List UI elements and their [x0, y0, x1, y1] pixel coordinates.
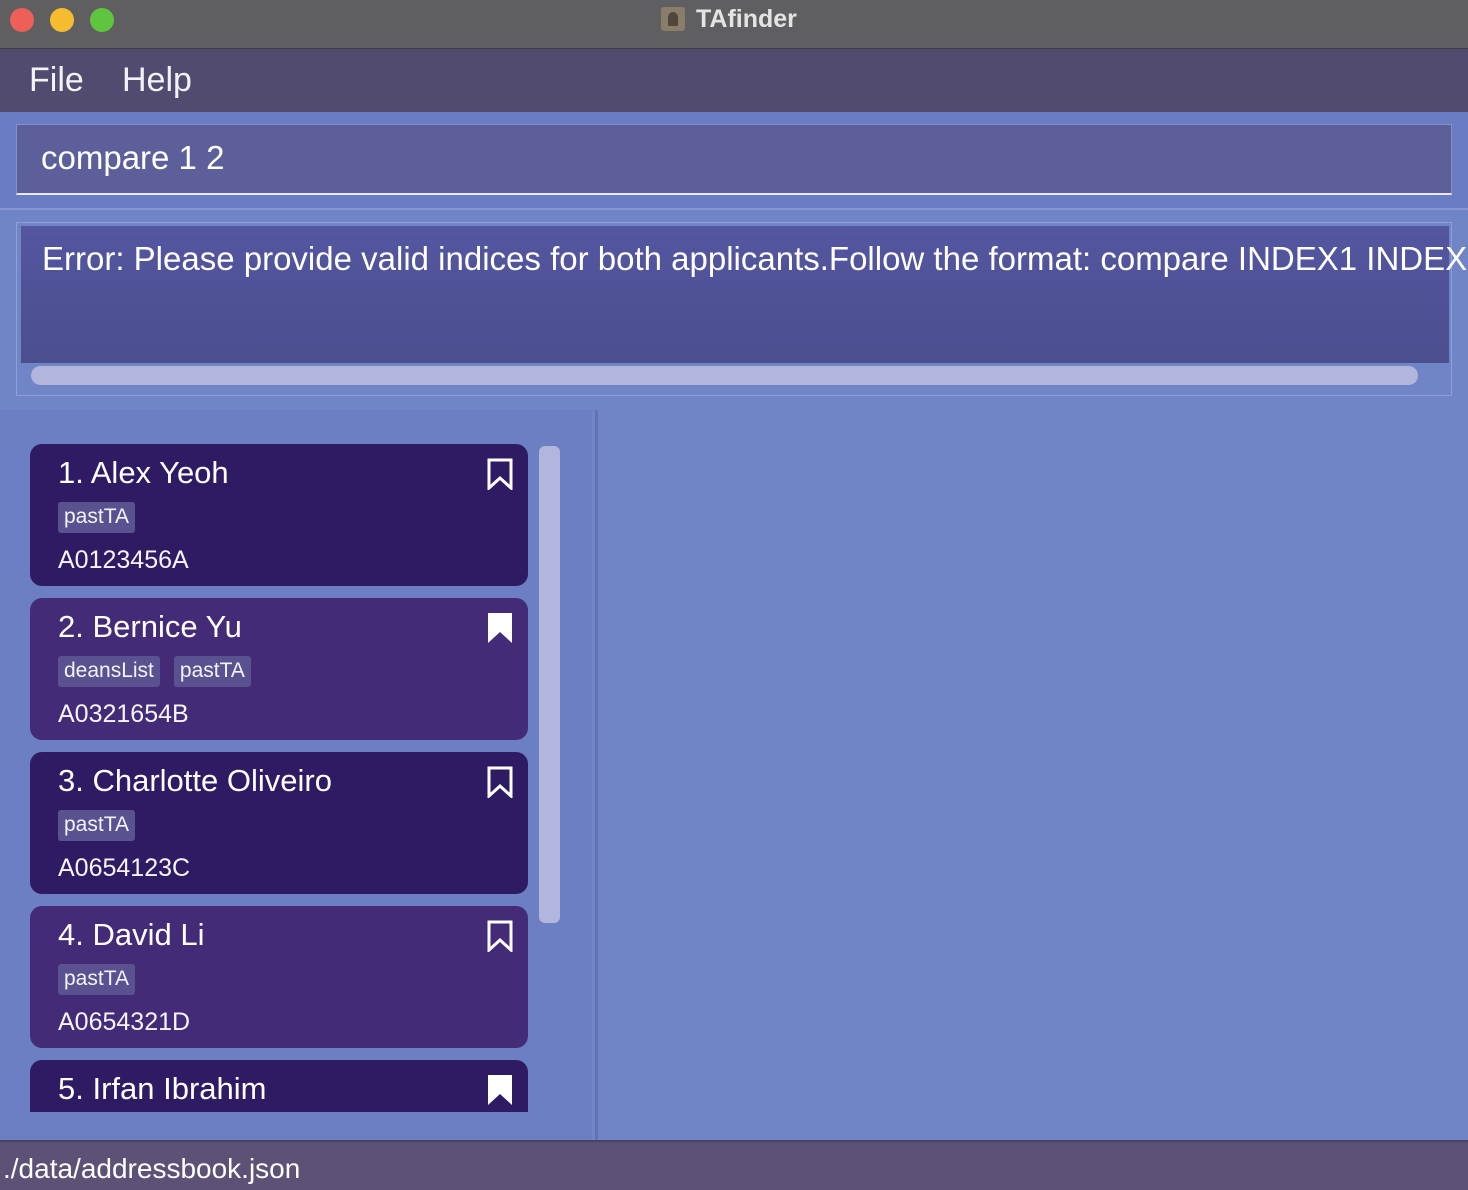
applicant-name: 2. Bernice Yu: [58, 609, 242, 644]
tag-list: pastTA: [58, 810, 135, 841]
applicant-name: 3. Charlotte Oliveiro: [58, 763, 332, 798]
comparison-panel: [595, 410, 1468, 1140]
window-title: TAfinder: [696, 5, 797, 33]
app-icon: [661, 7, 685, 31]
menu-help[interactable]: Help: [122, 61, 192, 100]
minimize-window-button[interactable]: [50, 8, 74, 32]
applicant-card[interactable]: 5. Irfan Ibrahim: [30, 1060, 528, 1112]
applicant-id: A0321654B: [58, 700, 189, 728]
result-pane: Error: Please provide valid indices for …: [0, 208, 1468, 410]
result-display: Error: Please provide valid indices for …: [16, 222, 1468, 396]
applicant-card[interactable]: 3. Charlotte Oliveiro pastTA A0654123C: [30, 752, 528, 894]
applicant-card[interactable]: 1. Alex Yeoh pastTA A0123456A: [30, 444, 528, 586]
tag-label: pastTA: [173, 656, 251, 687]
data-file-path: ./data/addressbook.json: [3, 1153, 301, 1184]
tag-label: pastTA: [58, 810, 135, 841]
menu-file[interactable]: File: [29, 61, 84, 100]
status-bar: ./data/addressbook.json: [0, 1140, 1468, 1190]
applicant-card[interactable]: 2. Bernice Yu deansList pastTA A0321654B: [30, 598, 528, 740]
applicant-name: 4. David Li: [58, 917, 205, 952]
result-message: Error: Please provide valid indices for …: [42, 240, 1468, 277]
command-input[interactable]: [41, 139, 1421, 177]
applicant-id: A0654321D: [58, 1008, 191, 1036]
applicant-id: A0123456A: [58, 546, 189, 574]
tag-label: pastTA: [58, 502, 135, 533]
tag-label: deansList: [58, 656, 160, 687]
tag-list: pastTA: [58, 502, 135, 533]
list-vertical-scrollbar[interactable]: [539, 446, 560, 923]
tag-list: deansList pastTA: [58, 656, 251, 687]
bookmark-outline-icon[interactable]: [486, 458, 514, 490]
bookmark-outline-icon[interactable]: [486, 920, 514, 952]
applicant-id: A0654123C: [58, 854, 191, 882]
command-pane: [0, 112, 1468, 208]
bookmark-filled-icon[interactable]: [486, 1074, 514, 1106]
tag-label: pastTA: [58, 964, 135, 995]
applicant-name: 5. Irfan Ibrahim: [58, 1071, 267, 1106]
command-box: [16, 124, 1452, 195]
result-horizontal-scrollbar[interactable]: [31, 366, 1418, 385]
applicant-card[interactable]: 4. David Li pastTA A0654321D: [30, 906, 528, 1048]
bookmark-filled-icon[interactable]: [486, 612, 514, 644]
applicant-list-pane: 1. Alex Yeoh pastTA A0123456A 2. Bernice…: [0, 410, 592, 1140]
menu-bar: File Help: [0, 49, 1468, 112]
maximize-window-button[interactable]: [90, 8, 114, 32]
bookmark-outline-icon[interactable]: [486, 766, 514, 798]
close-window-button[interactable]: [10, 8, 34, 32]
result-text-area[interactable]: Error: Please provide valid indices for …: [21, 226, 1468, 363]
window-titlebar: TAfinder: [0, 0, 1468, 49]
applicant-list: 1. Alex Yeoh pastTA A0123456A 2. Bernice…: [30, 444, 530, 1112]
tag-list: pastTA: [58, 964, 135, 995]
applicant-name: 1. Alex Yeoh: [58, 455, 229, 490]
